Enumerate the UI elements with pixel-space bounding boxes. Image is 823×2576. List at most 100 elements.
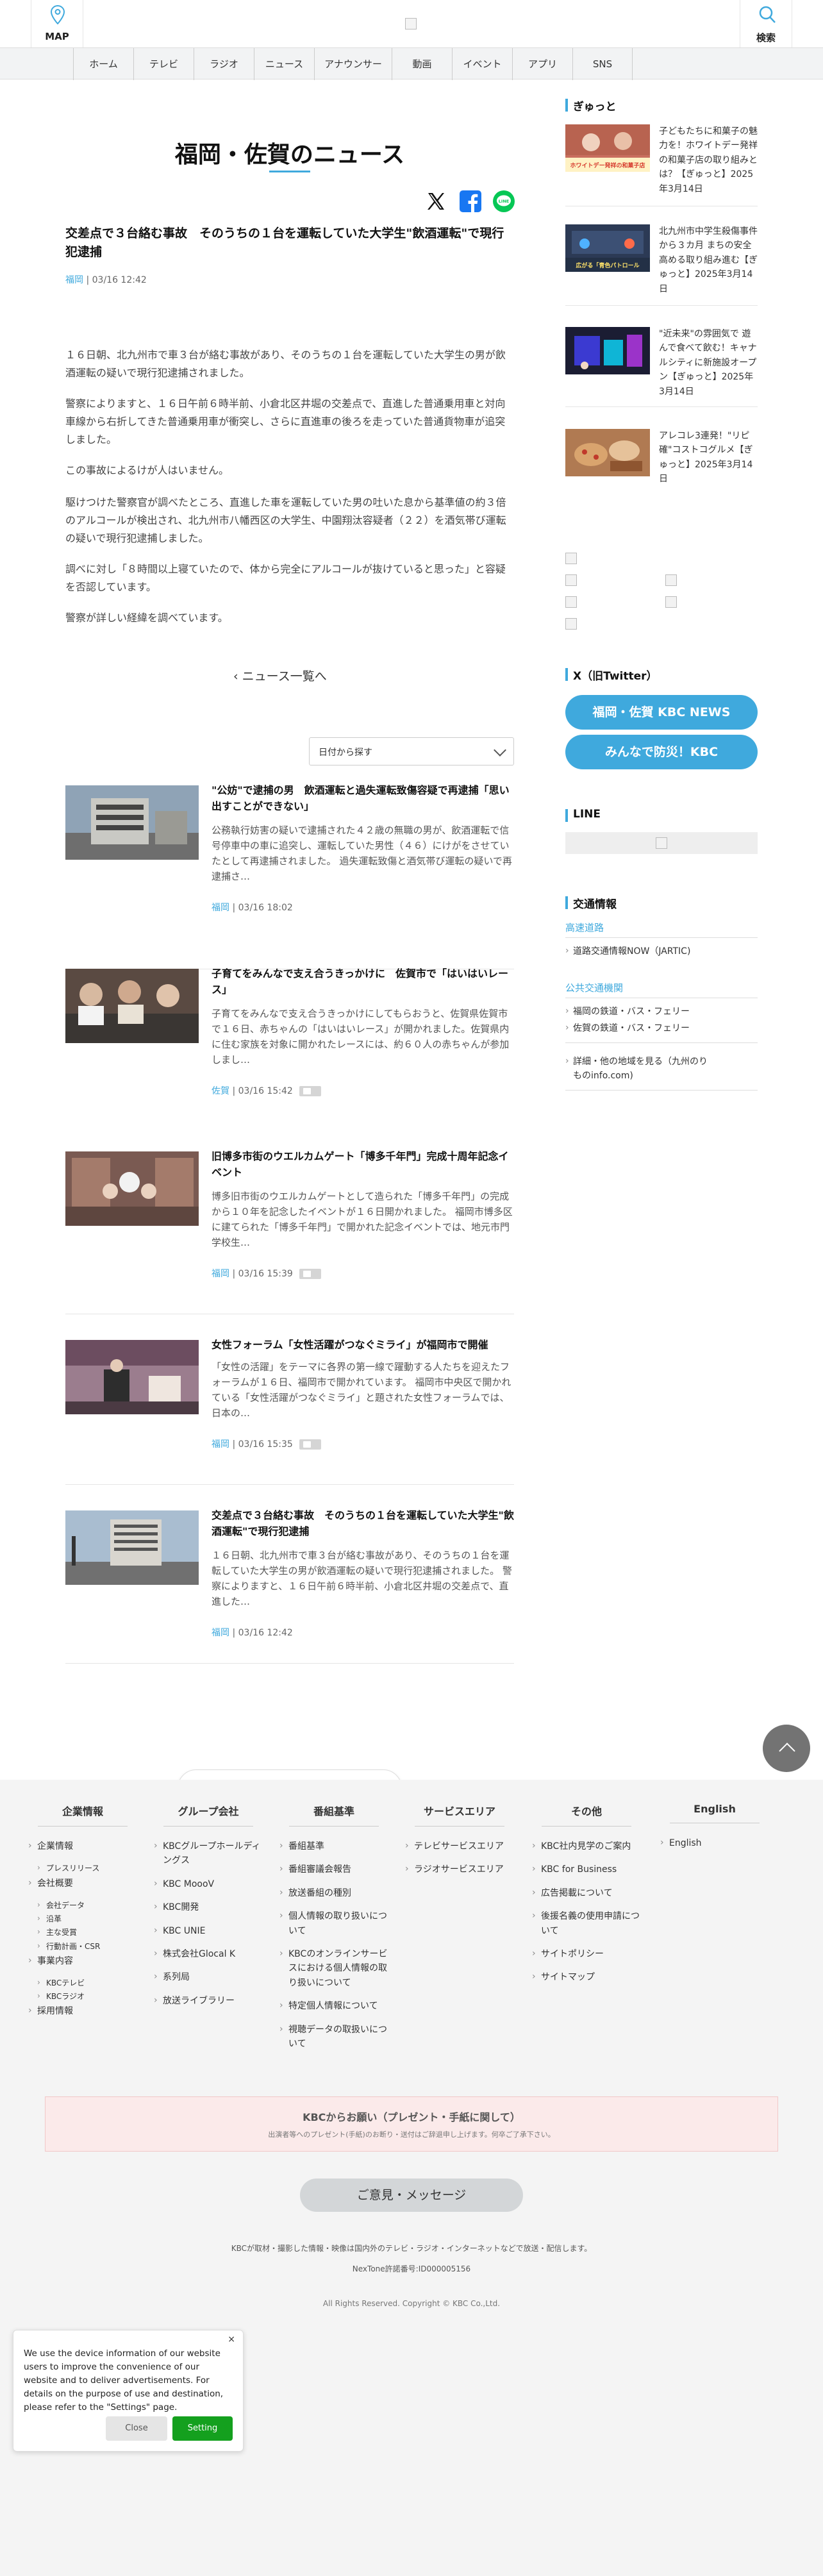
footer-link[interactable]: 系列局 — [154, 1970, 263, 1984]
footer-link[interactable]: KBC UNIE — [154, 1923, 263, 1938]
news-item-title[interactable]: 子育てをみんなで支え合うきっかけに 佐賀市で「はいはいレース」 — [212, 966, 514, 998]
footer-link[interactable]: KBCテレビ — [28, 1977, 137, 1989]
search-button[interactable]: 検索 — [740, 0, 792, 47]
news-item-title[interactable]: "公妨"で逮捕の男 飲酒運転と過失運転致傷容疑で再逮捕「思い出すことができない」 — [212, 783, 514, 815]
footer-link[interactable]: プレスリリース — [28, 1862, 137, 1875]
footer-link[interactable]: KBC社内見学のご案内 — [532, 1839, 641, 1853]
footer-link[interactable]: 事業内容 — [28, 1953, 137, 1968]
news-item-category[interactable]: 福岡 — [212, 1628, 229, 1638]
news-item-category[interactable]: 福岡 — [212, 1269, 229, 1279]
footer-link[interactable]: 広告掲載について — [532, 1886, 641, 1900]
gyutto-item-text[interactable]: 子どもたちに和菓子の魅力を！ホワイトデー発祥の和菓子店の取り組みとは？【ぎゅっと… — [659, 124, 758, 196]
footer-link[interactable]: 放送番組の種別 — [279, 1886, 388, 1900]
news-list-back-link[interactable]: ‹ ニュース一覧へ — [233, 667, 327, 684]
notice-box: KBCからお願い（プレゼント・手紙に関して） 出演者等へのプレゼント(手紙)のお… — [45, 2096, 778, 2152]
line-banner-image[interactable] — [656, 837, 667, 849]
global-nav: ホーム テレビ ラジオ ニュース アナウンサー 動画 イベント アプリ SNS — [0, 47, 823, 80]
nav-home[interactable]: ホーム — [73, 48, 133, 80]
footer-link[interactable]: 行動計画・CSR — [28, 1940, 137, 1953]
news-item-title[interactable]: 旧博多市街のウエルカムゲート「博多千年門」完成十周年記念イベント — [212, 1149, 514, 1181]
traffic-link[interactable]: 佐賀の鉄道・バス・フェリー — [565, 1021, 690, 1036]
banner-image[interactable] — [565, 553, 577, 564]
gyutto-thumbnail[interactable] — [565, 429, 650, 476]
footer-link[interactable]: 主な受賞 — [28, 1926, 137, 1939]
news-thumbnail[interactable] — [65, 969, 199, 1043]
footer-link[interactable]: 番組審議会報告 — [279, 1862, 388, 1877]
banner-image[interactable] — [665, 574, 677, 586]
gyutto-item-text[interactable]: 北九州市中学生殺傷事件から３カ月 まちの安全高める取り組み進む【ぎゅっと】202… — [659, 224, 758, 296]
facebook-share-icon[interactable] — [459, 190, 482, 213]
traffic-link[interactable]: 道路交通情報NOW（JARTIC) — [565, 944, 690, 959]
news-thumbnail[interactable] — [65, 1151, 199, 1226]
article-category[interactable]: 福岡 — [65, 275, 83, 285]
news-thumbnail[interactable] — [65, 785, 199, 860]
footer-link[interactable]: 会社データ — [28, 1899, 137, 1912]
footer-link[interactable]: 放送ライブラリー — [154, 1993, 263, 2008]
banner-image[interactable] — [665, 596, 677, 608]
close-icon[interactable]: × — [228, 2334, 235, 2345]
footer-link[interactable]: サイトマップ — [532, 1970, 641, 1984]
footer-link[interactable]: KBC MoooV — [154, 1877, 263, 1891]
news-item-title[interactable]: 女性フォーラム「女性活躍がつなぐミライ」が福岡市で開催 — [212, 1337, 514, 1353]
map-button[interactable]: MAP — [31, 0, 83, 47]
footer-link[interactable]: サイトポリシー — [532, 1946, 641, 1961]
footer-link[interactable]: 番組基準 — [279, 1839, 388, 1853]
site-logo-broken-image[interactable] — [405, 18, 417, 29]
banner-image[interactable] — [565, 596, 577, 608]
opinion-message-button[interactable]: ご意見・メッセージ — [300, 2179, 523, 2212]
news-item-category[interactable]: 福岡 — [212, 1439, 229, 1450]
site-header: MAP 検索 — [0, 0, 823, 47]
gyutto-item-text[interactable]: "近未来"の雰囲気で 遊んで食べて飲む！キャナルシティに新施設オープン【ぎゅっと… — [659, 327, 758, 399]
footer-link[interactable]: KBCラジオ — [28, 1990, 137, 2003]
footer-link[interactable]: 個人情報の取り扱いについて — [279, 1909, 388, 1938]
nav-radio[interactable]: ラジオ — [194, 48, 254, 80]
footer-link[interactable]: English — [660, 1836, 769, 1850]
nav-news[interactable]: ニュース — [254, 48, 314, 80]
nav-tv[interactable]: テレビ — [133, 48, 194, 80]
gyutto-thumbnail[interactable] — [565, 327, 650, 374]
footer-link[interactable]: テレビサービスエリア — [405, 1839, 514, 1853]
footer-link[interactable]: 採用情報 — [28, 2003, 137, 2018]
traffic-link[interactable]: 福岡の鉄道・バス・フェリー — [565, 1005, 690, 1019]
banner-image[interactable] — [565, 574, 577, 586]
cookie-setting-button[interactable]: Setting — [172, 2416, 233, 2441]
line-share-icon[interactable]: LINE — [492, 190, 515, 213]
footer-link[interactable]: 後援名義の使用申請について — [532, 1909, 641, 1938]
nav-sns[interactable]: SNS — [572, 48, 633, 80]
footer-link[interactable]: ラジオサービスエリア — [405, 1862, 514, 1877]
scroll-to-top-button[interactable] — [763, 1725, 810, 1772]
traffic-link[interactable]: 詳細・他の地域を見る（九州のりものinfo.com) — [565, 1055, 714, 1083]
footer-link[interactable]: 企業情報 — [28, 1839, 137, 1853]
gyutto-thumbnail[interactable]: 広がる「青色パトロール — [565, 224, 650, 272]
footer-link[interactable]: KBCグループホールディングス — [154, 1839, 263, 1868]
footer-link[interactable]: KBCのオンラインサービスにおける個人情報の取り扱いについて — [279, 1946, 388, 1990]
twitter-kbc-news-button[interactable]: 福岡・佐賀 KBC NEWS — [565, 695, 758, 730]
banner-image[interactable] — [565, 618, 577, 630]
footer-link[interactable]: KBC for Business — [532, 1862, 641, 1877]
news-thumbnail[interactable] — [65, 1340, 199, 1414]
footer-link[interactable]: 特定個人情報について — [279, 1998, 388, 2013]
nav-announcer[interactable]: アナウンサー — [314, 48, 392, 80]
footer-link[interactable]: 沿革 — [28, 1912, 137, 1925]
date-search-select[interactable]: 日付から探す — [309, 737, 514, 765]
twitter-bousai-button[interactable]: みんなで防災！KBC — [565, 735, 758, 769]
footer-link[interactable]: 会社概要 — [28, 1876, 137, 1891]
nav-video[interactable]: 動画 — [392, 48, 452, 80]
footer-column-title: サービスエリア — [415, 1803, 504, 1827]
divider — [65, 1484, 514, 1485]
line-banner[interactable] — [565, 832, 758, 854]
footer-link[interactable]: 視聴データの取扱いについて — [279, 2022, 388, 2052]
nav-app[interactable]: アプリ — [512, 48, 572, 80]
news-thumbnail[interactable] — [65, 1510, 199, 1585]
cookie-close-button[interactable]: Close — [106, 2416, 167, 2441]
news-item-category[interactable]: 福岡 — [212, 903, 229, 913]
gyutto-thumbnail[interactable]: ホワイトデー発祥の和菓子店 — [565, 124, 650, 172]
news-item-category[interactable]: 佐賀 — [212, 1086, 229, 1096]
x-share-icon[interactable] — [424, 190, 447, 213]
gyutto-item-text[interactable]: アレコレ3連発！"リピ確"コストコグルメ【ぎゅっと】2025年3月14日 — [659, 429, 758, 487]
news-item-title[interactable]: 交差点で３台絡む事故 そのうちの１台を運転していた大学生"飲酒運転"で現行犯逮捕 — [212, 1508, 514, 1540]
nav-event[interactable]: イベント — [452, 48, 512, 80]
footer-link[interactable]: KBC開発 — [154, 1900, 263, 1914]
footer-link[interactable]: 株式会社Glocal K — [154, 1946, 263, 1961]
chevron-left-icon: ‹ — [233, 669, 242, 683]
